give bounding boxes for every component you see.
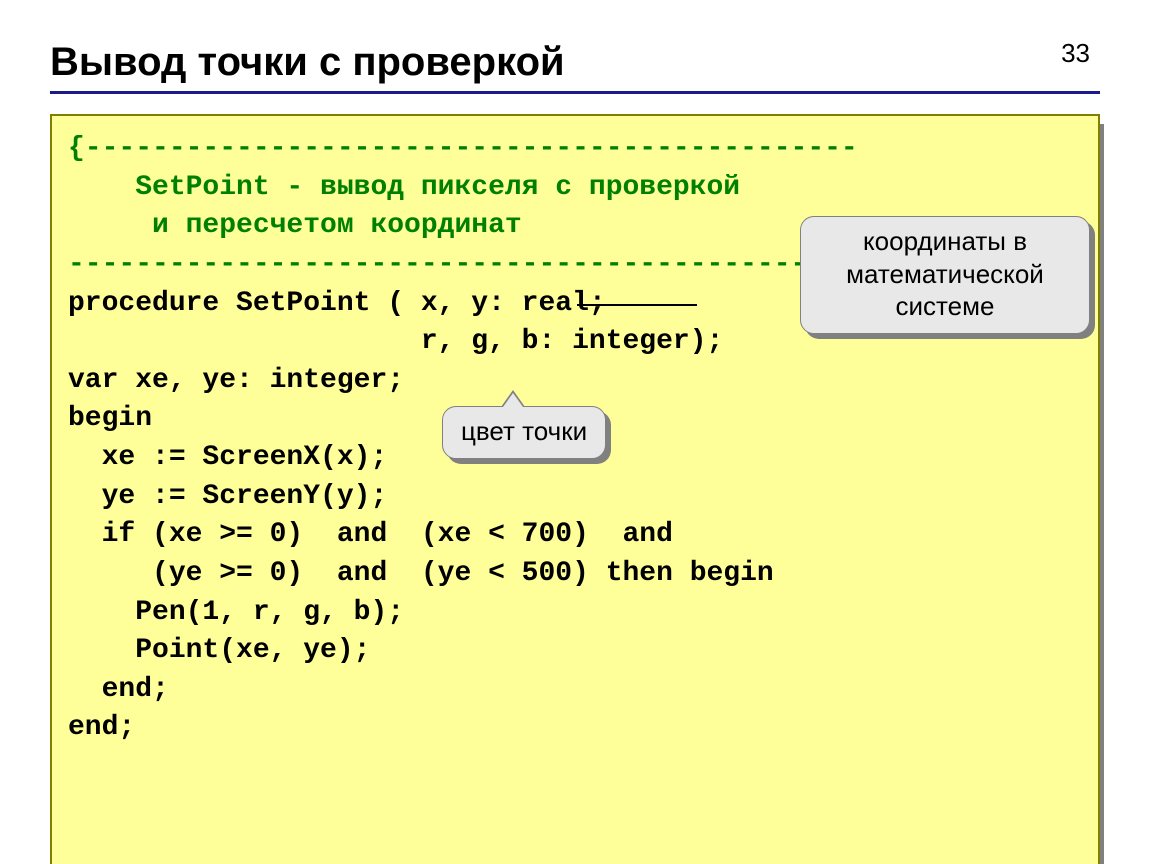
code-comment-line: ----------------------------------------…	[68, 249, 875, 280]
code-comment-line: SetPoint - вывод пикселя с проверкой	[68, 172, 740, 203]
slide: 33 Вывод точки с проверкой {------------…	[0, 0, 1150, 864]
code-line: if (xe >= 0) and (xe < 700) and	[68, 519, 673, 550]
code-comment-line: {---------------------------------------…	[68, 133, 858, 164]
code-line: r, g, b: integer);	[68, 326, 723, 357]
title-rule	[50, 91, 1100, 94]
code-line: Point(xe, ye);	[68, 635, 370, 666]
code-line: ye := ScreenY(y);	[68, 481, 387, 512]
callout-text: цвет точки	[461, 416, 587, 446]
page-number: 33	[1061, 38, 1090, 69]
code-line: begin	[68, 403, 152, 434]
code-line: procedure SetPoint ( x, y: real;	[68, 288, 606, 319]
code-line: xe := ScreenX(x);	[68, 442, 387, 473]
callout-connector	[577, 304, 697, 306]
code-comment-line: и пересчетом координат	[68, 210, 522, 241]
code-line: Pen(1, r, g, b);	[68, 597, 404, 628]
code-line: end;	[68, 674, 169, 705]
code-line: (ye >= 0) and (ye < 500) then begin	[68, 558, 774, 589]
code-block-wrap: {---------------------------------------…	[50, 114, 1100, 864]
code-block: {---------------------------------------…	[50, 114, 1100, 864]
slide-title: Вывод точки с проверкой	[50, 30, 1100, 85]
callout-point-color: цвет точки	[442, 406, 606, 459]
code-line: var xe, ye: integer;	[68, 365, 404, 396]
callout-tail	[503, 393, 523, 407]
callout-coords-math: координаты в математической системе	[800, 216, 1090, 334]
code-line: end;	[68, 712, 135, 743]
